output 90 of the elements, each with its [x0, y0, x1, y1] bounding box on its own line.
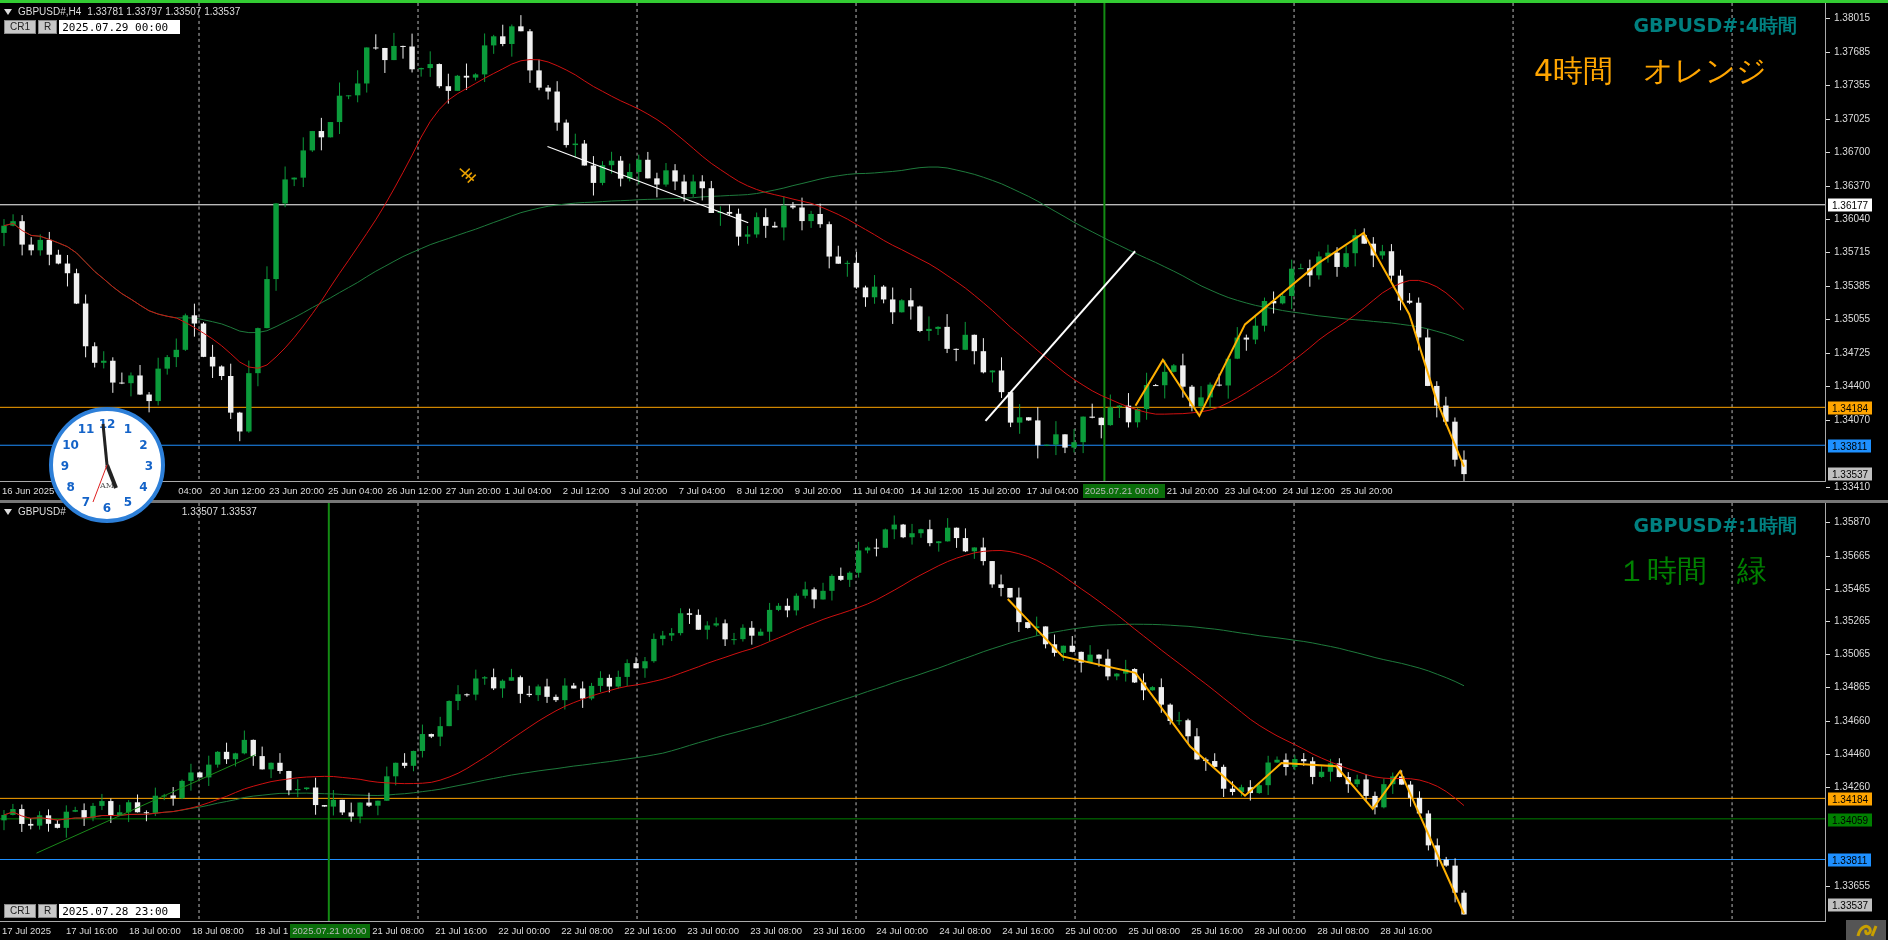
time-axis-label: 24 Jul 16:00	[1001, 924, 1056, 938]
time-axis-label: 22 Jul 16:00	[623, 924, 678, 938]
time-axis-label: 25 Jul 20:00	[1339, 484, 1394, 498]
time-axis-label: 3 Jul 20:00	[619, 484, 669, 498]
time-axis-label: 17 Jul 04:00	[1025, 484, 1080, 498]
time-axis-label: 14 Jul 12:00	[909, 484, 964, 498]
price-tag: 1.34059	[1828, 813, 1873, 827]
time-axis-label: 25 Jul 08:00	[1127, 924, 1182, 938]
time-axis-label: 2 Jul 12:00	[561, 484, 611, 498]
time-axis-label: 17 Jul 16:00	[65, 924, 119, 938]
price-axis-label: 1.37025	[1826, 111, 1871, 126]
time-axis-label: 2025.07.21 00:00	[1082, 484, 1165, 498]
time-axis-label: 25 Jul 16:00	[1190, 924, 1245, 938]
price-tag: 1.33537	[1828, 467, 1873, 481]
time-axis-label: 9 Jul 20:00	[793, 484, 843, 498]
time-axis-label: 24 Jul 12:00	[1281, 484, 1336, 498]
price-axis-label: 1.37685	[1826, 44, 1871, 59]
time-axis-label: 28 Jul 00:00	[1253, 924, 1308, 938]
time-axis-label: 28 Jul 16:00	[1379, 924, 1434, 938]
time-axis-label: 21 Jul 20:00	[1165, 484, 1220, 498]
price-axis-label: 1.35715	[1826, 245, 1871, 260]
time-axis-label: 23 Jul 16:00	[812, 924, 867, 938]
price-axis-label: 1.35055	[1826, 312, 1871, 327]
price-axis-label: 1.34660	[1826, 713, 1871, 728]
time-axis-label: 17 Jul 2025	[1, 924, 53, 938]
chart-button[interactable]: CR1	[4, 904, 36, 918]
price-axis-label: 1.35385	[1826, 278, 1871, 293]
price-tag: 1.36177	[1828, 198, 1873, 212]
time-axis-label: 25 Jul 00:00	[1064, 924, 1119, 938]
price-axis-label: 1.34260	[1826, 779, 1871, 794]
time-input-field[interactable]: 2025.07.29 00:00	[59, 20, 181, 34]
time-axis-label: 2025.07.21 00:00	[290, 924, 371, 938]
chart-button[interactable]: R	[38, 904, 58, 918]
time-axis-label: 22 Jul 00:00	[497, 924, 552, 938]
time-axis-label: 25 Jun 04:00	[326, 484, 384, 498]
price-axis-label: 1.34070	[1826, 412, 1871, 427]
time-axis-label: 23 Jul 08:00	[749, 924, 804, 938]
price-tag: 1.34184	[1828, 792, 1873, 806]
time-axis-label: 23 Jun 20:00	[268, 484, 325, 498]
chart-note: 4時間 オレンジ	[1533, 52, 1767, 90]
time-axis-label: 18 Jul 1	[254, 924, 290, 938]
time-input-field[interactable]: 2025.07.28 23:00	[59, 904, 181, 918]
price-axis-label: 1.33655	[1826, 879, 1871, 893]
price-axis-label: 1.34460	[1826, 746, 1871, 761]
price-axis-label: 1.38015	[1826, 11, 1871, 25]
time-axis-label: 18 Jul 08:00	[191, 924, 245, 938]
chart-title: GBPUSD#:4時間	[1633, 13, 1797, 38]
chart-title: GBPUSD#:1時間	[1633, 513, 1797, 538]
time-axis-label: 11 Jul 04:00	[851, 484, 905, 498]
price-axis-label: 1.36700	[1826, 144, 1871, 159]
chart-note: １時間 緑	[1617, 552, 1767, 590]
price-axis-label: 1.35265	[1826, 614, 1871, 629]
price-axis-label: 1.34725	[1826, 346, 1871, 361]
price-axis-label: 1.33410	[1826, 480, 1871, 494]
time-axis-label: 27 Jun 20:00	[444, 484, 502, 498]
quotes-label: 1.33507 1.33537	[181, 505, 257, 518]
price-tag: 1.33811	[1828, 853, 1872, 867]
time-axis-label: 16 Jun 2025	[1, 484, 56, 498]
time-axis-label: 21 Jul 08:00	[371, 924, 426, 938]
time-axis-label: 8 Jul 12:00	[735, 484, 785, 498]
time-axis-label: 1 Jul 04:00	[503, 484, 553, 498]
time-axis-label: 18 Jul 00:00	[128, 924, 182, 938]
chart-button[interactable]: CR1	[4, 20, 36, 34]
price-axis-label: 1.34400	[1826, 379, 1871, 394]
time-axis-label: 26 Jun 12:00	[385, 484, 443, 498]
quotes-label: 1.33781 1.33797 1.33507 1.33537	[87, 5, 241, 18]
time-axis-label: 04:00	[177, 484, 204, 498]
price-axis-label: 1.35465	[1826, 581, 1871, 596]
chart-button[interactable]: R	[38, 20, 58, 34]
time-axis-label: 23 Jul 00:00	[686, 924, 741, 938]
time-axis-label: 28 Jul 08:00	[1316, 924, 1371, 938]
price-axis-label: 1.36040	[1826, 212, 1871, 227]
time-axis-label: 20 Jun 12:00	[209, 484, 266, 498]
price-tag: 1.33537	[1828, 898, 1873, 912]
price-axis-label: 1.35065	[1826, 647, 1871, 662]
price-tag: 1.33811	[1828, 439, 1872, 453]
time-axis-label: 24 Jul 08:00	[938, 924, 993, 938]
price-axis-label: 1.37355	[1826, 78, 1871, 93]
price-tag: 1.34184	[1828, 401, 1873, 415]
time-axis-label: 7 Jul 04:00	[677, 484, 727, 498]
time-axis-label: 24 Jul 00:00	[875, 924, 930, 938]
time-axis-label: 23 Jul 04:00	[1223, 484, 1278, 498]
time-axis-label: 22 Jul 08:00	[560, 924, 615, 938]
time-axis-label: 21 Jul 16:00	[434, 924, 489, 938]
price-axis-label: 1.36370	[1826, 178, 1871, 193]
price-axis-label: 1.35870	[1826, 515, 1871, 529]
price-axis-label: 1.34865	[1826, 680, 1871, 695]
symbol-label: GBPUSD#,H4	[18, 5, 82, 18]
time-axis-label: 15 Jul 20:00	[967, 484, 1022, 498]
price-axis-label: 1.35665	[1826, 548, 1871, 563]
